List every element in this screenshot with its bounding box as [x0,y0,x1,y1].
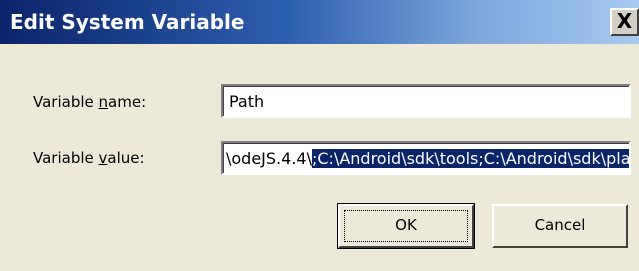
variable-value-label-prefix: Variable [33,149,99,167]
title-bar[interactable]: Edit System Variable X [0,0,639,44]
variable-name-label-prefix: Variable [33,93,99,111]
variable-name-label-suffix: ame: [108,93,147,111]
variable-value-unselected-text: \odeJS.4.4\ [226,149,312,168]
variable-name-label-accelerator: n [98,93,109,111]
close-button[interactable]: X [610,8,639,36]
edit-system-variable-dialog: Edit System Variable X Variable name: Pa… [0,0,639,271]
variable-value-label-suffix: alue: [107,149,145,167]
variable-value-selected-text: ;C:\Android\sdk\tools;C:\Android\sdk\pla… [311,149,629,168]
variable-name-field[interactable]: Path [221,84,631,118]
cancel-button-label: Cancel [534,216,586,234]
cancel-button[interactable]: Cancel [492,204,628,248]
variable-value-field[interactable]: \odeJS.4.4\;C:\Android\sdk\tools;C:\Andr… [221,141,631,175]
ok-button-focus-rect [344,210,468,242]
ok-button[interactable]: OK [337,203,475,249]
window-title: Edit System Variable [10,10,245,34]
close-icon: X [616,9,633,33]
variable-value-label: Variable value: [33,148,145,168]
variable-name-value: Path [229,92,265,111]
variable-value-text: \odeJS.4.4\;C:\Android\sdk\tools;C:\Andr… [226,148,629,169]
variable-name-label: Variable name: [33,92,146,112]
